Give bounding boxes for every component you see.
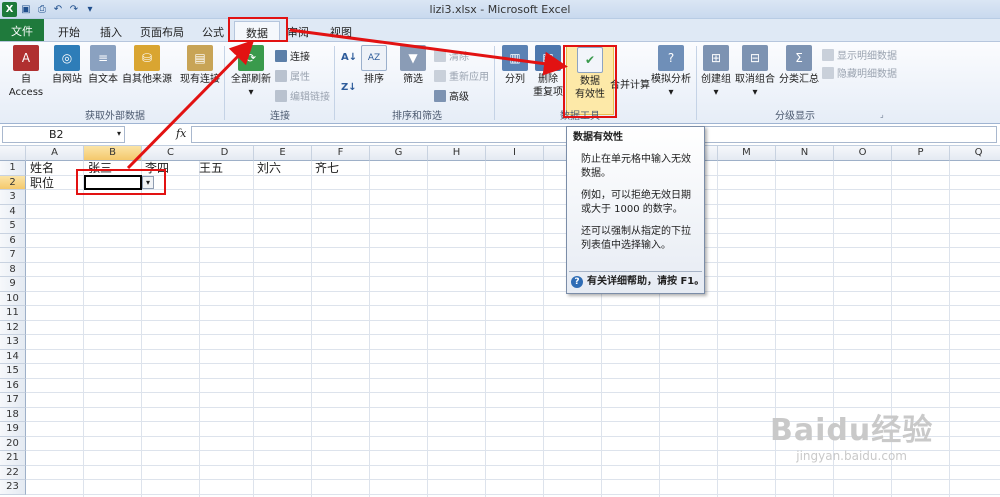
excel-window: X ▣ ⎙ ↶ ↷ ▾ lizi3.xlsx - Microsoft Excel… [0,0,1000,497]
tooltip-title: 数据有效性 [573,132,623,143]
arrow-cell-to-tab [126,39,255,170]
tooltip-text-3: 还可以强制从指定的下拉列表值中选择输入。 [581,226,691,251]
tooltip-help: ? 有关详细帮助，请按 F1。 [571,275,704,289]
watermark-url: jingyan.baidu.com [796,449,907,463]
tooltip-text-1: 防止在单元格中输入无效数据。 [581,154,691,179]
tooltip-divider [569,271,702,272]
watermark-brand: Baidu经验 [770,413,934,448]
baidu-watermark: Baidu经验 jingyan.baidu.com [770,405,933,463]
data-validation-tooltip: 数据有效性 防止在单元格中输入无效数据。 例如，可以拒绝无效日期或大于 1000… [566,126,705,294]
help-icon: ? [571,276,583,288]
arrow-tab-to-validation [289,28,568,76]
tooltip-text-2: 例如，可以拒绝无效日期或大于 1000 的数字。 [581,190,691,215]
